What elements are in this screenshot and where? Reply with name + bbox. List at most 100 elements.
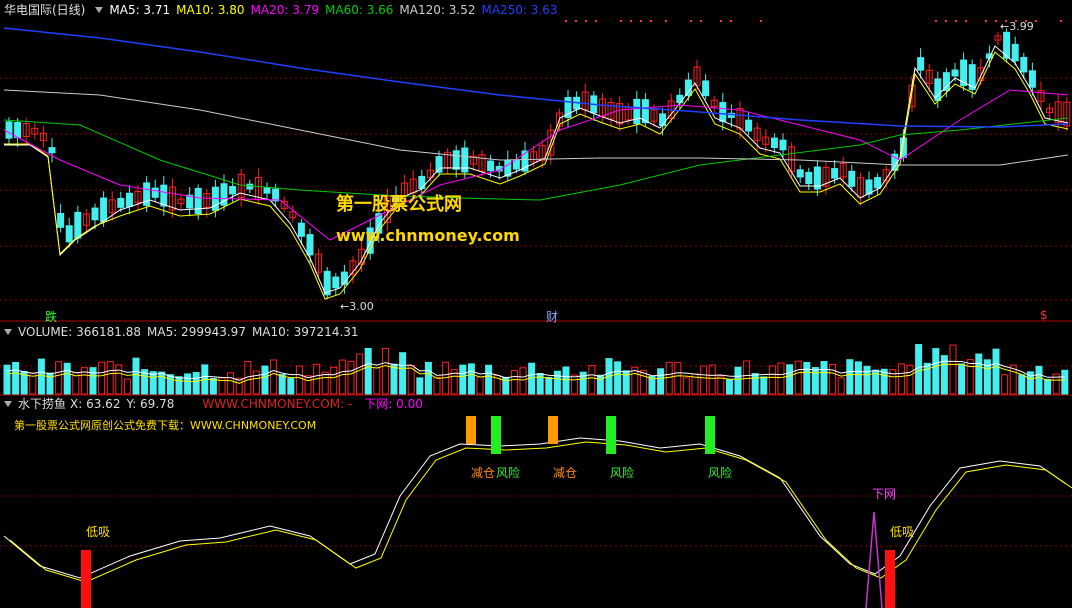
volume-label: VOLUME: 366181.88: [18, 325, 141, 339]
dropdown-icon[interactable]: [4, 329, 12, 335]
price-chart[interactable]: [0, 0, 1072, 322]
candle-body: [1020, 56, 1028, 73]
candle-body: [702, 80, 710, 97]
low-price-label: ←3.00: [340, 300, 374, 313]
volume-bar: [424, 361, 432, 395]
signal-dot: [585, 20, 587, 22]
candle-body: [659, 113, 667, 127]
volume-bar: [708, 364, 716, 395]
signal-dot: [965, 20, 967, 22]
xiawang-spike: [865, 511, 883, 608]
candle-body: [91, 207, 99, 221]
signal-dixi-1: 低吸: [86, 525, 111, 539]
indicator-name: 水下捞鱼: [18, 397, 67, 411]
dropdown-icon[interactable]: [4, 401, 12, 407]
candle-body: [487, 160, 495, 172]
volume-bar: [510, 370, 518, 395]
candle-body: [57, 213, 65, 228]
signal-dot: [565, 20, 567, 22]
candle-body: [848, 170, 856, 187]
candle-body: [435, 156, 443, 173]
watermark-cn: 第一股票公式网: [336, 194, 462, 215]
candle-body: [452, 150, 460, 170]
volume-bar: [321, 371, 329, 395]
volume-bar: [820, 361, 828, 395]
signal-bar-fengxian: [491, 416, 501, 454]
volume-bar: [562, 366, 570, 395]
volume-bar: [390, 363, 398, 395]
volume-bar: [906, 364, 914, 395]
volume-bar: [734, 366, 742, 395]
volume-bar: [863, 365, 871, 395]
volume-bar: [725, 378, 733, 395]
candle-body: [796, 169, 804, 178]
ma5-label: MA5: 3.71: [109, 3, 171, 17]
candle-body: [263, 187, 271, 194]
volume-bar: [571, 374, 579, 395]
volume-bar: [459, 364, 467, 395]
signal-fengxian-3: 风险: [708, 466, 733, 480]
volume-bar: [553, 370, 561, 395]
ma60-label: MA60: 3.66: [325, 3, 394, 17]
signal-dot: [1060, 20, 1062, 22]
volume-bar: [261, 365, 269, 395]
volume-bar: [897, 363, 905, 395]
candle-body: [874, 177, 882, 189]
volume-bar: [751, 373, 759, 395]
volume-bar: [932, 348, 940, 395]
indicator-panel[interactable]: 水下捞鱼 X: 63.62 Y: 69.78 WWW.CHNMONEY.COM: - 下…: [0, 396, 1072, 608]
volume-bar: [786, 364, 794, 395]
volume-bar: [682, 377, 690, 395]
ma10-line: [4, 51, 1069, 300]
watermark-url: www.chnmoney.com: [336, 226, 520, 245]
volume-bar: [364, 347, 372, 395]
candle-body: [633, 98, 641, 125]
candle-body: [48, 147, 56, 154]
signal-fengxian-1: 风险: [496, 466, 521, 480]
signal-dot: [620, 20, 622, 22]
volume-bar: [519, 367, 527, 395]
volume-bar: [123, 378, 131, 395]
signal-bar-dixi: [885, 550, 895, 608]
volume-bar: [545, 376, 553, 395]
candle-body: [779, 139, 787, 151]
candle-body: [125, 192, 133, 207]
signal-dot: [935, 20, 937, 22]
dropdown-icon[interactable]: [95, 7, 104, 13]
volume-bar: [966, 359, 974, 395]
high-price-value: 3.99: [1009, 20, 1034, 33]
oscillator-y-line: [9, 441, 1072, 583]
volume-bar: [209, 377, 217, 395]
volume-bar: [777, 362, 785, 395]
signal-bar-fengxian: [705, 416, 715, 454]
volume-bar: [63, 362, 71, 395]
candle-body: [14, 121, 22, 139]
indicator-x: X: 63.62: [70, 397, 121, 411]
volume-bar: [330, 366, 338, 395]
price-header: 华电国际(日线) MA5: 3.71 MA10: 3.80 MA20: 3.79 MA6…: [0, 2, 564, 18]
volume-bar: [665, 361, 673, 395]
volume-bar: [1044, 378, 1052, 395]
volume-bar: [3, 364, 11, 395]
volume-bar: [37, 358, 45, 395]
candle-body: [160, 184, 168, 207]
volume-bar: [923, 362, 931, 395]
volume-bar: [915, 344, 923, 395]
candle-body: [100, 197, 108, 222]
dollar-mark: $: [1040, 308, 1048, 322]
ma20-label: MA20: 3.79: [250, 3, 319, 17]
volume-bar: [158, 371, 166, 395]
volume-bar: [356, 353, 364, 395]
candle-body: [676, 94, 684, 104]
signal-fengxian-2: 风险: [610, 466, 635, 480]
ma120-line: [3, 89, 1069, 166]
signal-dot: [665, 20, 667, 22]
candle-body: [951, 69, 959, 77]
signal-dot: [1035, 20, 1037, 22]
volume-bar: [811, 367, 819, 395]
volume-panel[interactable]: VOLUME: 366181.88 MA5: 299943.97 MA10: 397…: [0, 322, 1072, 396]
ma5-line: [4, 45, 1069, 294]
candle-body: [74, 211, 82, 239]
volume-bar: [227, 372, 235, 395]
price-panel[interactable]: 华电国际(日线) MA5: 3.71 MA10: 3.80 MA20: 3.79 MA6…: [0, 0, 1072, 324]
